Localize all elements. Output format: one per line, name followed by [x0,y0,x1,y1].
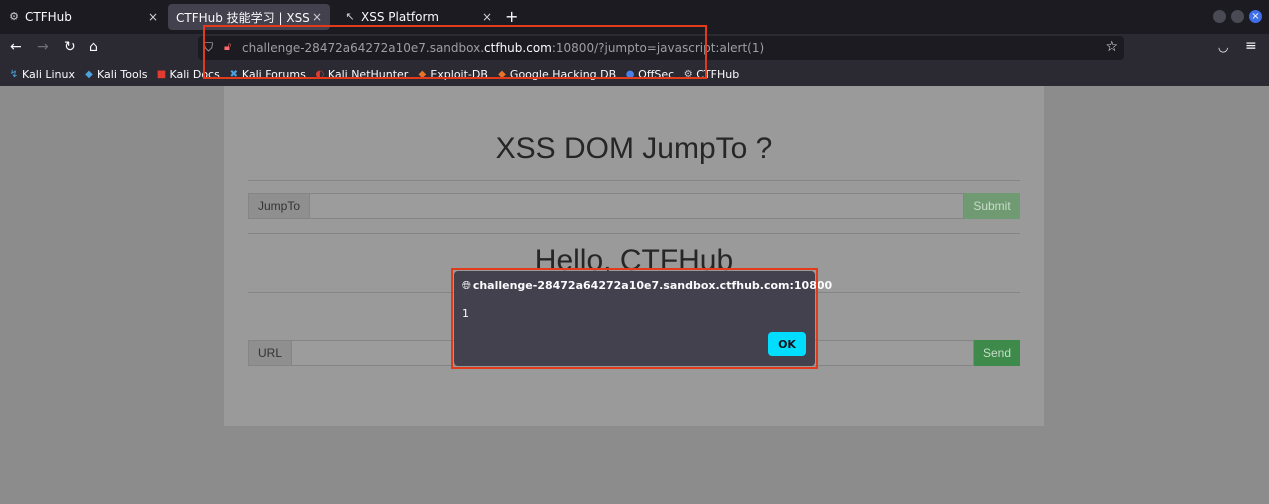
pocket-icon[interactable]: ◡ [1218,40,1228,54]
bookmark-ctfhub[interactable]: ⚙ CTFHub [682,68,739,81]
ok-button[interactable]: OK [768,332,806,356]
kali-icon: ↯ [9,68,19,80]
address-bar[interactable]: ⛉ 🔓︎ challenge-28472a64272a10e7.sandbox.… [198,36,1124,60]
home-button[interactable]: ⌂ [89,39,98,55]
forward-button[interactable]: → [37,39,49,55]
tab-title: CTFHub [25,10,72,24]
kali-docs-icon: ■ [156,68,167,80]
send-button[interactable]: Send [974,340,1020,366]
close-icon[interactable]: × [312,10,322,24]
kali-forums-icon: ✖ [229,68,239,80]
close-icon[interactable]: × [148,10,158,24]
alert-message: 1 [462,307,469,320]
bookmark-offsec[interactable]: ● OffSec [624,68,674,81]
offsec-icon: ● [625,68,635,80]
url-label: URL [248,340,293,366]
bookmark-kali-tools[interactable]: ◆ Kali Tools [83,68,147,81]
tab-ctfhub[interactable]: ⚙ CTFHub × [0,0,166,34]
bookmark-kali-docs[interactable]: ■ Kali Docs [155,68,220,81]
nethunter-icon: ◐ [315,68,325,80]
divider [248,233,1020,234]
submit-button[interactable]: Submit [964,193,1020,219]
navigation-bar: ← → ↻ ⌂ ⛉ 🔓︎ challenge-28472a64272a10e7.… [0,34,1269,62]
bookmark-exploit-db[interactable]: ◆ Exploit-DB [416,68,487,81]
kali-tools-icon: ◆ [85,68,93,80]
bookmark-kali-forums[interactable]: ✖ Kali Forums [228,68,306,81]
jumpto-input[interactable] [310,193,964,219]
insecure-lock-icon[interactable]: 🔓︎ [224,40,231,54]
url-text[interactable]: challenge-28472a64272a10e7.sandbox.ctfhu… [242,41,764,55]
minimize-button[interactable] [1213,10,1226,23]
divider [248,180,1020,181]
close-icon[interactable]: × [482,10,492,24]
tab-xss-platform[interactable]: ↖ XSS Platform × [336,0,500,34]
maximize-button[interactable] [1231,10,1244,23]
bookmark-kali-nethunter[interactable]: ◐ Kali NetHunter [314,68,408,81]
reload-button[interactable]: ↻ [64,39,76,55]
tab-title: XSS Platform [361,10,439,24]
ghdb-icon: ◆ [498,68,506,80]
ctfhub-icon: ⚙ [683,68,693,80]
bookmark-star-icon[interactable]: ☆ [1105,39,1118,55]
window-close-button[interactable]: × [1249,10,1262,23]
shield-icon[interactable]: ⛉ [204,40,213,55]
bookmarks-toolbar: ↯ Kali Linux ◆ Kali Tools ■ Kali Docs ✖ Kali… [0,62,1269,86]
exploit-db-icon: ◆ [418,68,427,80]
ctfhub-icon: ⚙ [9,10,19,23]
bookmark-google-hacking-db[interactable]: ◆ Google Hacking DB [496,68,616,81]
tab-title: CTFHub 技能学习 | XSS DOM [176,10,311,25]
content-card: XSS DOM JumpTo ? JumpTo Submit Hello, CT… [224,86,1044,426]
tab-strip: ⚙ CTFHub × CTFHub 技能学习 | XSS DOM × ↖ XSS… [0,0,1269,34]
alert-origin: 🌐︎ challenge-28472a64272a10e7.sandbox.ctf… [462,279,833,292]
jumpto-label: JumpTo [248,193,311,219]
back-button[interactable]: ← [10,39,22,55]
menu-icon[interactable]: ≡ [1245,38,1257,54]
alert-dialog: 🌐︎ challenge-28472a64272a10e7.sandbox.ctf… [454,271,832,366]
jumpto-form: JumpTo Submit [248,193,1020,219]
xss-platform-icon: ↖ [345,10,355,23]
tab-xss-dom[interactable]: CTFHub 技能学习 | XSS DOM × [168,4,330,30]
new-tab-button[interactable]: + [505,7,518,26]
page-title: XSS DOM JumpTo ? [495,132,773,165]
bookmark-kali-linux[interactable]: ↯ Kali Linux [8,68,75,81]
globe-icon: 🌐︎ [462,279,471,292]
